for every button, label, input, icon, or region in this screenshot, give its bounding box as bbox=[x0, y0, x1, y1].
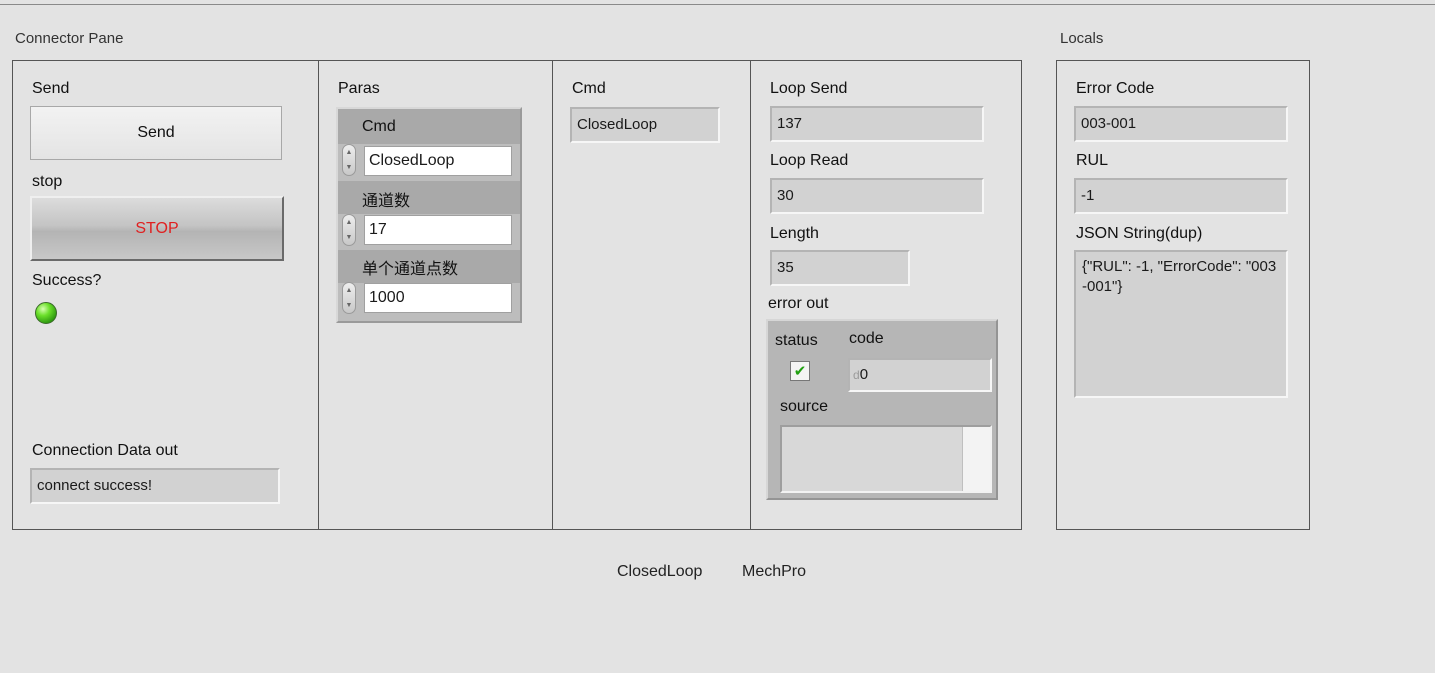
json-string-indicator: {"RUL": -1, "ErrorCode": "003-001"} bbox=[1074, 250, 1288, 398]
connection-data-out-indicator: connect success! bbox=[30, 468, 280, 504]
points-per-channel-label: 单个通道点数 bbox=[362, 261, 459, 278]
error-source-label: source bbox=[780, 398, 829, 415]
stop-button[interactable]: STOP bbox=[30, 196, 284, 261]
checkmark-icon: ✔ bbox=[793, 363, 807, 380]
error-code-value: 0 bbox=[859, 366, 869, 383]
connection-data-out-label: Connection Data out bbox=[32, 442, 178, 459]
stop-label: stop bbox=[32, 173, 63, 190]
channels-label: 通道数 bbox=[362, 193, 411, 210]
pane-divider-2 bbox=[552, 60, 553, 530]
length-label: Length bbox=[770, 225, 819, 242]
loop-send-label: Loop Send bbox=[770, 80, 848, 97]
error-source-field[interactable] bbox=[780, 425, 992, 493]
success-label: Success? bbox=[32, 272, 102, 289]
rul-indicator: -1 bbox=[1074, 178, 1288, 214]
pane-divider-1 bbox=[318, 60, 319, 530]
error-code-indicator-local: 003-001 bbox=[1074, 106, 1288, 142]
error-out-label: error out bbox=[768, 295, 829, 312]
source-scrollbar[interactable] bbox=[962, 427, 990, 491]
channels-spin-arrows-icon[interactable]: ▲ ▼ bbox=[342, 214, 356, 246]
send-button[interactable]: Send bbox=[30, 106, 282, 160]
error-code-label-local: Error Code bbox=[1076, 80, 1155, 97]
error-out-cluster: status code ✔ d0 source bbox=[766, 319, 998, 500]
cmd-indicator: ClosedLoop bbox=[570, 107, 720, 143]
send-label: Send bbox=[32, 80, 70, 97]
stop-button-label: STOP bbox=[135, 219, 179, 237]
json-string-label: JSON String(dup) bbox=[1076, 225, 1203, 242]
locals-title: Locals bbox=[1060, 30, 1104, 47]
footer-closedloop-text: ClosedLoop bbox=[617, 563, 703, 580]
paras-cmd-label: Cmd bbox=[362, 118, 396, 135]
error-status-label: status bbox=[775, 332, 818, 349]
rul-label: RUL bbox=[1076, 152, 1109, 169]
error-code-indicator: d0 bbox=[848, 358, 992, 392]
send-button-label: Send bbox=[137, 124, 175, 141]
paras-label: Paras bbox=[338, 80, 380, 97]
channels-input[interactable]: 17 bbox=[364, 215, 512, 245]
paras-cluster: Cmd ▲ ▼ ClosedLoop 通道数 ▲ ▼ 17 单个通道点数 ▲ ▼ 10… bbox=[336, 107, 522, 323]
points-spin-arrows-icon[interactable]: ▲ ▼ bbox=[342, 282, 356, 314]
code-radix-indicator: d bbox=[853, 368, 860, 382]
pane-divider-3 bbox=[750, 60, 751, 530]
cmd-label: Cmd bbox=[572, 80, 606, 97]
connector-pane-title: Connector Pane bbox=[15, 30, 124, 47]
error-status-checkbox[interactable]: ✔ bbox=[790, 361, 810, 381]
loop-send-indicator: 137 bbox=[770, 106, 984, 142]
loop-read-label: Loop Read bbox=[770, 152, 849, 169]
length-indicator: 35 bbox=[770, 250, 910, 286]
loop-read-indicator: 30 bbox=[770, 178, 984, 214]
error-code-label: code bbox=[849, 330, 884, 347]
cmd-input[interactable]: ClosedLoop bbox=[364, 146, 512, 176]
cmd-spin-arrows-icon[interactable]: ▲ ▼ bbox=[342, 144, 356, 176]
top-divider bbox=[0, 4, 1435, 5]
success-led-indicator bbox=[35, 302, 57, 324]
points-per-channel-input[interactable]: 1000 bbox=[364, 283, 512, 313]
footer-mechpro-text: MechPro bbox=[742, 563, 807, 580]
